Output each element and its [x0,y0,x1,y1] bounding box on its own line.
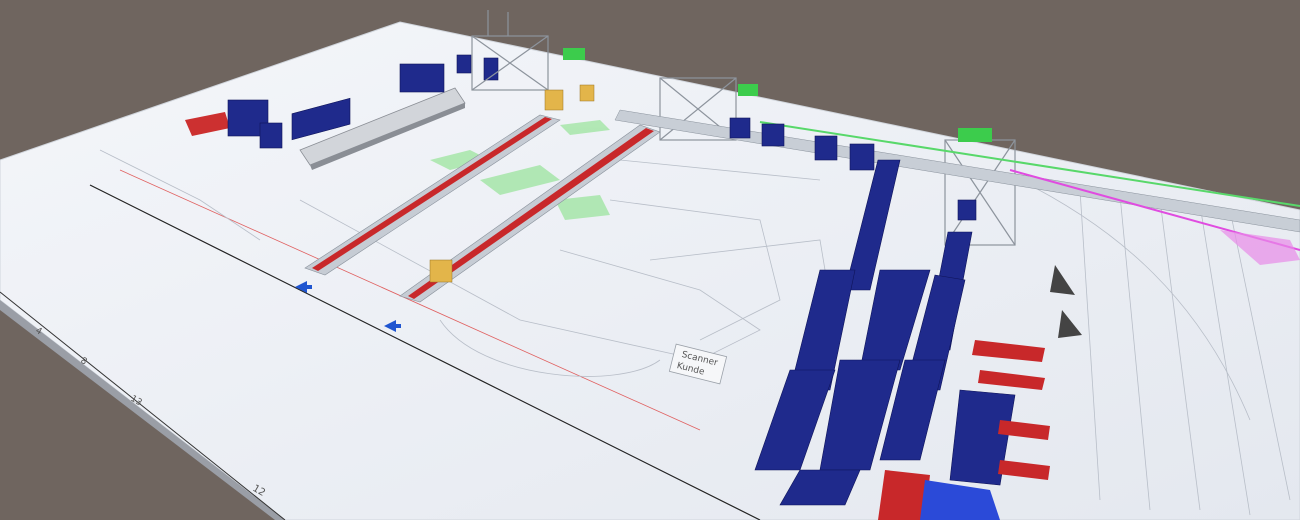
floor-plan [0,21,1300,520]
plant-layout-scene[interactable]: 4 8 13 12 Scanner Kunde [0,0,1300,520]
3d-layout-viewport[interactable]: 4 8 13 12 Scanner Kunde [0,0,1300,520]
